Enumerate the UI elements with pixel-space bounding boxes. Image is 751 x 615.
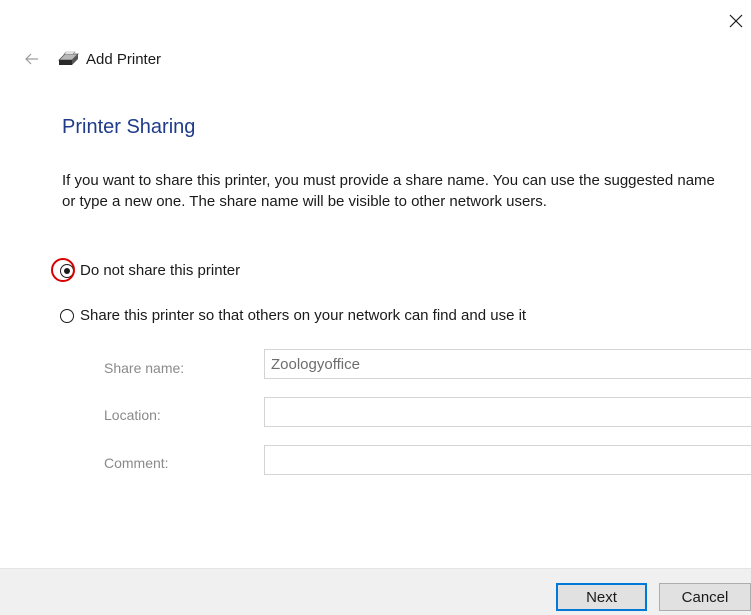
share-printer-radio[interactable] (60, 308, 74, 323)
dialog-header: Add Printer (22, 48, 161, 70)
next-button[interactable]: Next (556, 583, 647, 611)
share-name-input[interactable] (264, 349, 751, 379)
back-button[interactable] (22, 49, 42, 69)
add-printer-dialog: Add Printer Printer Sharing If you want … (0, 0, 751, 615)
location-input[interactable] (264, 397, 751, 427)
page-heading: Printer Sharing (62, 116, 196, 138)
comment-label: Comment: (104, 455, 169, 471)
cancel-button[interactable]: Cancel (659, 583, 751, 611)
share-printer-label: Share this printer so that others on you… (80, 307, 527, 324)
location-label: Location: (104, 407, 161, 423)
close-icon (729, 14, 743, 28)
share-printer-option[interactable]: Share this printer so that others on you… (60, 307, 526, 324)
printer-icon (56, 50, 80, 68)
do-not-share-label: Do not share this printer (80, 262, 241, 279)
close-button[interactable] (723, 8, 749, 34)
dialog-footer: Next Cancel (0, 568, 751, 615)
share-name-label: Share name: (104, 360, 185, 376)
back-arrow-icon (25, 53, 38, 65)
description-text: If you want to share this printer, you m… (62, 172, 715, 210)
do-not-share-option[interactable]: Do not share this printer (60, 262, 240, 279)
dialog-title: Add Printer (86, 50, 162, 68)
do-not-share-radio[interactable] (60, 263, 74, 278)
comment-input[interactable] (264, 445, 751, 475)
